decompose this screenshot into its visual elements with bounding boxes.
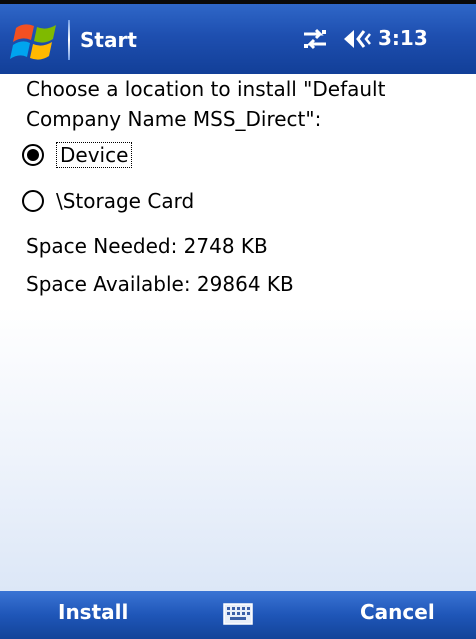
start-label: Start <box>80 28 137 52</box>
title-separator <box>68 20 70 60</box>
title-bar: Start 3:13 <box>0 0 476 74</box>
device-label[interactable]: Device <box>56 142 133 168</box>
install-prompt: Choose a location to install "Default Co… <box>26 77 386 131</box>
install-button[interactable]: Install <box>58 600 128 624</box>
space-available: Space Available: 29864 KB <box>26 272 294 296</box>
keyboard-icon[interactable] <box>223 603 253 625</box>
storage-card-label[interactable]: \Storage Card <box>56 189 194 213</box>
cancel-button[interactable]: Cancel <box>360 600 435 624</box>
start-button[interactable]: Start <box>6 14 137 66</box>
option-storage-card[interactable]: \Storage Card <box>22 184 194 218</box>
volume-icon[interactable] <box>342 26 372 52</box>
space-needed: Space Needed: 2748 KB <box>26 234 268 258</box>
windows-flag-icon <box>10 24 56 60</box>
connectivity-icon[interactable] <box>300 26 330 52</box>
device-radio[interactable] <box>22 144 44 166</box>
install-location-dialog: Choose a location to install "Default Co… <box>0 74 476 591</box>
storage-card-radio[interactable] <box>22 190 44 212</box>
option-device[interactable]: Device <box>22 138 133 172</box>
menu-bar: Install Cancel <box>0 591 476 639</box>
clock[interactable]: 3:13 <box>378 26 428 50</box>
